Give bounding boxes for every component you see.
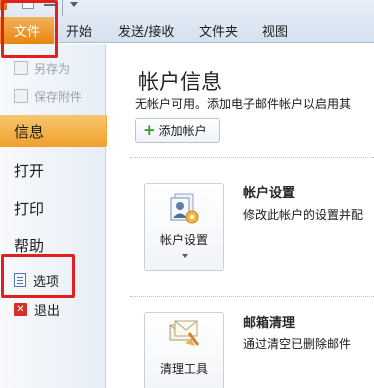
section-divider: [130, 157, 374, 158]
tab-folder[interactable]: 文件夹: [199, 17, 238, 43]
section-divider: [130, 296, 374, 297]
exit-icon: ✕: [14, 302, 27, 316]
plus-icon: +: [143, 121, 156, 139]
highlight-box-file: [1, 0, 58, 58]
cleanup-tools-tile-label: 清理工具: [159, 362, 208, 376]
mailbox-cleanup-description: 通过清空已删除邮件: [243, 337, 352, 351]
nav-item-save-attachments[interactable]: 保存附件: [14, 86, 82, 106]
customize-toolbar-icon[interactable]: [70, 2, 78, 7]
highlight-box-options: [1, 254, 75, 298]
nav-item-label: 退出: [34, 303, 61, 319]
account-settings-button[interactable]: 帐户设置: [144, 183, 224, 271]
tab-send-receive[interactable]: 发送/接收: [118, 17, 174, 43]
add-account-label: 添加帐户: [158, 124, 207, 138]
nav-item-info[interactable]: 信息: [0, 115, 116, 147]
nav-item-label: 保存附件: [34, 89, 83, 104]
nav-item-print[interactable]: 打印: [14, 194, 44, 222]
outlook-backstage: 文件 开始 发送/接收 文件夹 视图 另存为 保存附件 信息 打开 打印 帮助 …: [0, 0, 374, 388]
nav-item-open[interactable]: 打开: [14, 156, 44, 184]
tab-home[interactable]: 开始: [66, 17, 92, 43]
add-account-button[interactable]: + 添加帐户: [135, 118, 220, 143]
no-account-message: 无帐户可用。添加电子邮件帐户以启用其: [135, 97, 352, 111]
nav-item-label: 另存为: [34, 61, 71, 76]
cleanup-tools-button[interactable]: 清理工具: [144, 312, 224, 388]
mailbox-cleanup-icon: [169, 320, 200, 346]
page-title: 帐户信息: [138, 70, 222, 94]
account-settings-tile-label: 帐户设置: [159, 233, 208, 247]
tab-view[interactable]: 视图: [262, 17, 288, 43]
nav-item-save-as[interactable]: 另存为: [14, 58, 70, 78]
nav-item-label: 信息: [14, 122, 45, 141]
account-settings-description: 修改此帐户的设置并配: [243, 208, 364, 222]
account-settings-icon: [170, 193, 199, 224]
save-as-icon: [14, 61, 28, 75]
mailbox-cleanup-heading: 邮箱清理: [243, 316, 296, 331]
nav-item-exit[interactable]: ✕ 退出: [14, 298, 60, 320]
account-settings-heading: 帐户设置: [243, 186, 296, 201]
attachment-icon: [14, 89, 28, 103]
toolbar-separator: [62, 0, 63, 16]
chevron-down-icon: [182, 254, 188, 258]
